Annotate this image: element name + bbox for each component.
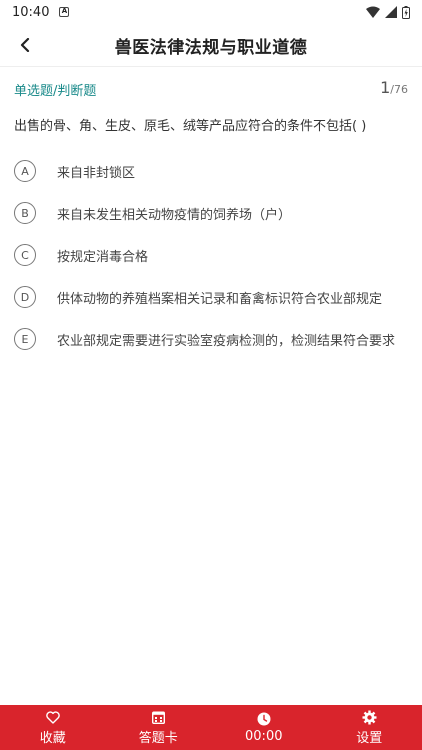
option-d[interactable]: D 供体动物的养殖档案相关记录和畜禽标识符合农业部规定: [14, 276, 414, 318]
option-letter: B: [14, 202, 36, 224]
header-divider: [0, 66, 422, 67]
favorite-label: 收藏: [39, 731, 66, 746]
status-bar: 10:40 A: [0, 0, 422, 24]
options-list: A 来自非封锁区 B 来自未发生相关动物疫情的饲养场（户） C 按规定消毒合格 …: [14, 150, 414, 360]
option-letter: D: [14, 286, 36, 308]
option-a[interactable]: A 来自非封锁区: [14, 150, 414, 192]
clock-icon: [257, 711, 271, 727]
notification-icon: A: [59, 7, 70, 17]
option-c[interactable]: C 按规定消毒合格: [14, 234, 414, 276]
status-icons: [366, 5, 410, 19]
current-question-number: 1: [380, 78, 391, 97]
question-text: 出售的骨、角、生皮、原毛、绒等产品应符合的条件不包括( ): [14, 119, 367, 134]
back-arrow-icon: [20, 38, 30, 52]
heart-icon: [46, 709, 60, 725]
option-letter: E: [14, 328, 36, 350]
favorite-tab[interactable]: 收藏: [0, 705, 106, 750]
answer-card-tab[interactable]: 答题卡: [106, 705, 212, 750]
total-questions: /76: [390, 83, 408, 96]
question-type-label: 单选题/判断题: [14, 84, 97, 99]
battery-icon: [402, 5, 410, 19]
option-text: 来自非封锁区: [57, 165, 136, 181]
settings-label: 设置: [356, 731, 383, 746]
option-e[interactable]: E 农业部规定需要进行实验室疫病检测的，检测结果符合要求: [14, 318, 414, 360]
wifi-icon: [366, 6, 380, 18]
app-bar: 兽医法律法规与职业道德: [0, 24, 422, 66]
answer-card-label: 答题卡: [138, 731, 178, 746]
option-text: 按规定消毒合格: [57, 249, 149, 265]
option-letter: A: [14, 160, 36, 182]
bottom-nav: 收藏 答题卡 00:00 设置: [0, 705, 422, 750]
option-text: 农业部规定需要进行实验室疫病检测的，检测结果符合要求: [57, 333, 396, 349]
calendar-icon: [151, 709, 165, 725]
page-title: 兽医法律法规与职业道德: [114, 37, 308, 58]
back-button[interactable]: [14, 34, 36, 56]
option-b[interactable]: B 来自未发生相关动物疫情的饲养场（户）: [14, 192, 414, 234]
timer-label: 00:00: [245, 729, 283, 744]
option-text: 来自未发生相关动物疫情的饲养场（户）: [57, 207, 292, 223]
question-progress: 1/76: [380, 78, 408, 97]
gear-icon: [362, 709, 377, 725]
timer-tab[interactable]: 00:00: [211, 705, 317, 750]
option-letter: C: [14, 244, 36, 266]
signal-icon: [385, 6, 397, 18]
status-time: 10:40: [12, 4, 50, 20]
settings-tab[interactable]: 设置: [317, 705, 422, 750]
option-text: 供体动物的养殖档案相关记录和畜禽标识符合农业部规定: [57, 291, 383, 307]
